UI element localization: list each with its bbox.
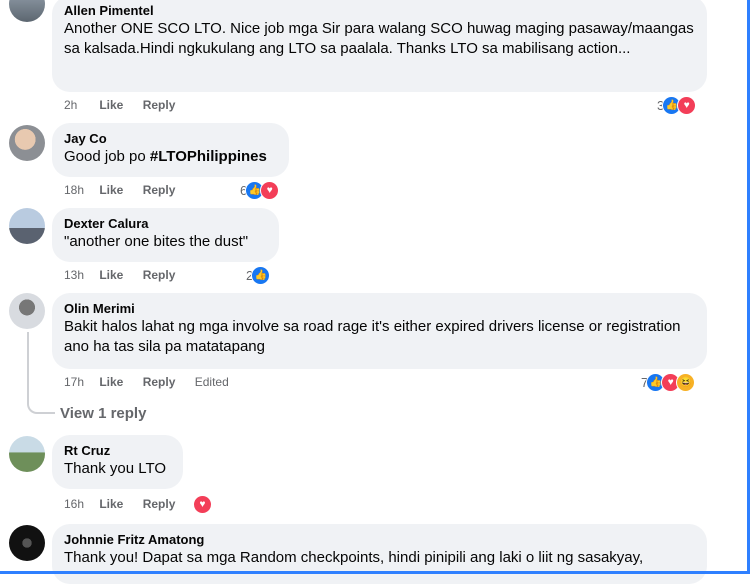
- commenter-name[interactable]: Olin Merimi: [64, 300, 695, 317]
- view-replies-link[interactable]: View 1 reply: [60, 405, 146, 422]
- reply-button[interactable]: Reply: [143, 182, 176, 198]
- comment-actions: 18h Like Reply: [64, 182, 191, 198]
- comment-text-prefix: Good job po: [64, 148, 150, 165]
- timestamp[interactable]: 13h: [64, 267, 96, 283]
- comment-text: Good job po #LTOPhilippines: [64, 147, 277, 167]
- comment-actions: 2h Like Reply: [64, 97, 191, 113]
- comment-text: Another ONE SCO LTO. Nice job mga Sir pa…: [64, 20, 694, 57]
- reply-button[interactable]: Reply: [143, 496, 176, 512]
- love-icon: ♥: [677, 95, 697, 115]
- love-icon: ♥: [193, 494, 212, 514]
- like-button[interactable]: Like: [99, 182, 123, 198]
- timestamp[interactable]: 2h: [64, 97, 96, 113]
- avatar[interactable]: [9, 525, 45, 561]
- reaction-summary[interactable]: ♥: [193, 494, 212, 514]
- love-icon: ♥: [260, 180, 280, 200]
- like-button[interactable]: Like: [99, 496, 123, 512]
- commenter-name[interactable]: Allen Pimentel: [64, 2, 695, 19]
- timestamp[interactable]: 16h: [64, 496, 96, 512]
- reply-button[interactable]: Reply: [143, 97, 176, 113]
- reaction-summary[interactable]: 6 👍 ♥: [240, 180, 280, 200]
- reply-thread-line: [27, 332, 29, 402]
- reaction-summary[interactable]: 7 👍 ♥ 😆: [641, 372, 696, 392]
- like-button[interactable]: Like: [99, 374, 123, 390]
- commenter-name[interactable]: Jay Co: [64, 130, 277, 147]
- edited-label[interactable]: Edited: [195, 374, 229, 390]
- like-icon: 👍: [251, 265, 271, 285]
- avatar[interactable]: [9, 293, 45, 329]
- like-button[interactable]: Like: [99, 97, 123, 113]
- comment-bubble: Allen Pimentel Another ONE SCO LTO. Nice…: [52, 0, 707, 92]
- avatar[interactable]: [9, 125, 45, 161]
- hashtag-link[interactable]: #LTOPhilippines: [150, 148, 267, 165]
- haha-icon: 😆: [676, 372, 696, 392]
- avatar[interactable]: [9, 0, 45, 22]
- comment-text: Thank you! Dapat sa mga Random checkpoin…: [64, 549, 644, 566]
- reaction-summary[interactable]: 2 👍: [246, 265, 271, 285]
- reply-thread-curve: [27, 398, 55, 414]
- timestamp[interactable]: 18h: [64, 182, 96, 198]
- comment-bubble: Rt Cruz Thank you LTO: [52, 435, 183, 489]
- comment-text: "another one bites the dust": [64, 233, 249, 250]
- comment-text: Thank you LTO: [64, 460, 166, 477]
- comment-actions: 13h Like Reply: [64, 267, 191, 283]
- comment-bubble: Johnnie Fritz Amatong Thank you! Dapat s…: [52, 524, 707, 584]
- reaction-summary[interactable]: 3 👍 ♥: [657, 95, 697, 115]
- commenter-name[interactable]: Johnnie Fritz Amatong: [64, 531, 695, 548]
- commenter-name[interactable]: Rt Cruz: [64, 442, 171, 459]
- comment-text: Bakit halos lahat ng mga involve sa road…: [64, 318, 681, 355]
- commenter-name[interactable]: Dexter Calura: [64, 215, 267, 232]
- timestamp[interactable]: 17h: [64, 374, 96, 390]
- avatar[interactable]: [9, 436, 45, 472]
- comment-bubble: Dexter Calura "another one bites the dus…: [52, 208, 279, 262]
- comment-actions: 17h Like Reply Edited: [64, 374, 229, 390]
- like-button[interactable]: Like: [99, 267, 123, 283]
- comment-bubble: Jay Co Good job po #LTOPhilippines: [52, 123, 289, 177]
- comment-actions: 16h Like Reply: [64, 496, 191, 512]
- comment-bubble: Olin Merimi Bakit halos lahat ng mga inv…: [52, 293, 707, 369]
- avatar[interactable]: [9, 208, 45, 244]
- reply-button[interactable]: Reply: [143, 267, 176, 283]
- reply-button[interactable]: Reply: [143, 374, 176, 390]
